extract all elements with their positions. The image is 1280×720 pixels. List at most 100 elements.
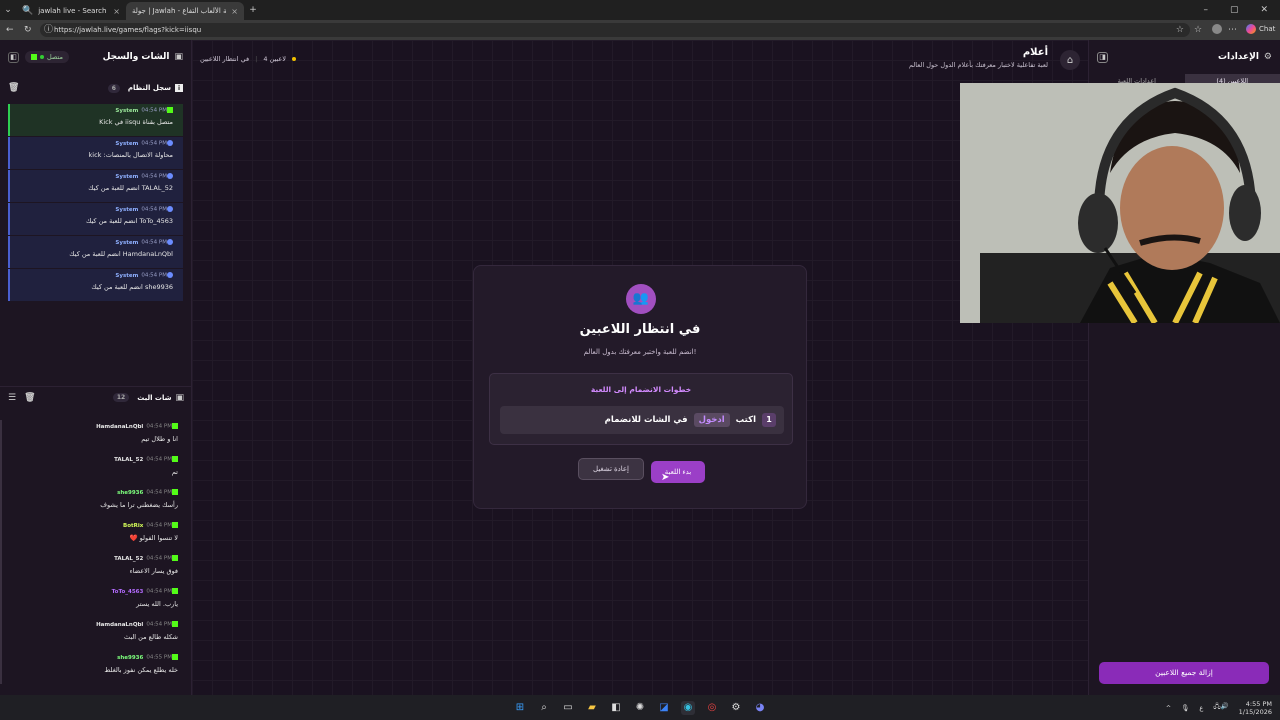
task-view-icon[interactable]: ▭ bbox=[561, 701, 575, 715]
settings-header: ⚙ الإعدادات ◨ bbox=[1089, 40, 1280, 74]
message-meta: HamdanaLnQbl 04:54 PM bbox=[10, 621, 178, 628]
join-steps-box: خطوات الانضمام إلى اللعبة 1 اكتب ادخول ف… bbox=[489, 373, 793, 445]
message-author[interactable]: she9936 bbox=[117, 490, 143, 496]
tab-label: جولة | Jawlah - منصة الألعاب التفاع... bbox=[132, 7, 227, 15]
refresh-icon[interactable]: ↻ bbox=[24, 25, 32, 35]
remove-all-players-button[interactable]: إزالة جميع اللاعبين bbox=[1099, 662, 1269, 684]
site-info-icon[interactable]: ⓘ bbox=[44, 23, 53, 37]
language-indicator[interactable]: ع bbox=[1199, 704, 1203, 712]
copilot-chat-button[interactable]: Chat bbox=[1246, 24, 1275, 34]
clock[interactable]: 4:55 PM 1/15/2026 bbox=[1239, 700, 1272, 716]
collapse-panel-icon[interactable]: ◨ bbox=[1097, 51, 1108, 63]
tab-search[interactable]: 🔍 jawlah live - Search × bbox=[16, 2, 126, 20]
filter-list-icon[interactable]: ☰ bbox=[8, 393, 16, 403]
log-text: TALAL_52 انضم للعبة من كيك bbox=[88, 183, 173, 192]
chat-message: TALAL_52 04:54 PM تم bbox=[2, 453, 190, 486]
chrome-icon[interactable]: ◎ bbox=[705, 701, 719, 715]
trash-icon[interactable]: 🗑 bbox=[24, 393, 35, 403]
shield-icon bbox=[167, 140, 173, 146]
message-text: انا و طلال تيم bbox=[141, 434, 178, 443]
discord-icon[interactable]: ◕ bbox=[753, 701, 767, 715]
chat-message: HamdanaLnQbl 04:54 PM انا و طلال تيم bbox=[2, 420, 190, 453]
message-time: 04:54 PM bbox=[146, 555, 172, 562]
log-time: 04:54 PM bbox=[141, 107, 167, 114]
message-author[interactable]: TALAL_52 bbox=[114, 457, 143, 463]
store-icon[interactable]: ◧ bbox=[609, 701, 623, 715]
new-tab-icon[interactable]: + bbox=[244, 5, 262, 15]
tab-label: jawlah live - Search bbox=[38, 7, 107, 15]
log-author: System bbox=[115, 206, 139, 213]
system-log-item: System 04:54 PM TALAL_52 انضم للعبة من كيك bbox=[8, 170, 183, 202]
file-explorer-icon[interactable]: ▰ bbox=[585, 701, 599, 715]
waiting-subtitle: انضم للعبة واختبر معرفتك بدول العالم! bbox=[583, 348, 697, 356]
message-author[interactable]: TALAL_52 bbox=[114, 556, 143, 562]
favorite-star-icon[interactable]: ☆ bbox=[1176, 23, 1184, 37]
message-meta: TALAL_52 04:54 PM bbox=[10, 555, 178, 562]
search-icon[interactable]: ⌕ bbox=[537, 701, 551, 715]
message-author[interactable]: she9936 bbox=[117, 655, 143, 661]
message-meta: BotRix 04:54 PM bbox=[10, 522, 178, 529]
more-icon[interactable]: ⋯ bbox=[1228, 25, 1237, 35]
clock-time: 4:55 PM bbox=[1245, 699, 1272, 708]
profile-avatar[interactable] bbox=[1212, 24, 1222, 34]
message-author[interactable]: HamdanaLnQbl bbox=[96, 622, 143, 628]
kick-icon bbox=[172, 654, 178, 660]
outlook-icon[interactable]: ◪ bbox=[657, 701, 671, 715]
minimize-icon[interactable]: – bbox=[1203, 5, 1208, 15]
home-icon[interactable]: ⌂ bbox=[1060, 50, 1080, 70]
game-title-block: أعلام لعبة تفاعلية لاختبار معرفتك بأعلام… bbox=[909, 47, 1048, 69]
message-time: 04:54 PM bbox=[146, 522, 172, 529]
reset-button[interactable]: إعادة تشغيل bbox=[578, 458, 644, 480]
steam-icon[interactable]: ⚙ bbox=[729, 701, 743, 715]
log-meta: System 04:54 PM bbox=[20, 272, 173, 279]
edge-icon[interactable]: ◉ bbox=[681, 700, 695, 715]
log-time: 04:54 PM bbox=[141, 140, 167, 147]
collapse-panel-icon[interactable]: ◧ bbox=[8, 51, 19, 63]
system-log-item: System 04:54 PM متصل بقناة iisqu في Kick bbox=[8, 104, 183, 136]
tab-menu-icon[interactable]: ⌄ bbox=[0, 5, 16, 15]
close-tab-icon[interactable]: × bbox=[113, 7, 120, 16]
url-field[interactable]: ⓘ https://jawlah.live/games/flags?kick=i… bbox=[40, 23, 1190, 37]
windows-taskbar: ⊞ ⌕ ▭ ▰ ◧ ✺ ◪ ◉ ◎ ⚙ ◕ ^ 🎙 ع 🖧🔊 4:55 PM 1… bbox=[0, 695, 1280, 720]
back-icon[interactable]: ← bbox=[6, 25, 14, 35]
chat-message: BotRix 04:54 PM لا تنسوا الفولو ❤️ bbox=[2, 519, 190, 552]
chatgpt-icon[interactable]: ✺ bbox=[633, 701, 647, 715]
close-tab-icon[interactable]: × bbox=[231, 7, 238, 16]
webcam-overlay bbox=[960, 83, 1280, 323]
message-author[interactable]: HamdanaLnQbl bbox=[96, 424, 143, 430]
tray-chevron-icon[interactable]: ^ bbox=[1166, 704, 1171, 712]
log-time: 04:54 PM bbox=[141, 173, 167, 180]
waiting-title: في انتظار اللاعبين bbox=[579, 322, 701, 337]
terminal-icon: i bbox=[175, 84, 183, 92]
mic-icon[interactable]: 🎙 bbox=[1181, 704, 1189, 712]
close-window-icon[interactable]: ✕ bbox=[1260, 5, 1268, 15]
start-icon[interactable]: ⊞ bbox=[513, 701, 527, 715]
search-tab-icon: 🔍 bbox=[22, 6, 34, 16]
collections-icon[interactable]: ☆ bbox=[1194, 25, 1202, 35]
state-label: في انتظار اللاعبين bbox=[200, 55, 250, 63]
log-author: System bbox=[115, 239, 139, 246]
message-text: شكله طالع من البث bbox=[123, 632, 178, 641]
game-area: في انتظار اللاعبين | 4 لاعبين أعلام لعبة… bbox=[192, 40, 1088, 695]
streamer-webcam-image bbox=[960, 83, 1280, 323]
chat-panel-header: ▣ الشات والسجل ◧ متصل bbox=[0, 40, 191, 74]
browser-tab-bar: ⌄ 🔍 jawlah live - Search × جولة | Jawlah… bbox=[0, 0, 1280, 20]
chat-bubble-icon: ▣ bbox=[174, 52, 183, 62]
network-volume-icon[interactable]: 🖧🔊 bbox=[1213, 702, 1228, 713]
trash-icon[interactable]: 🗑 bbox=[8, 83, 19, 93]
connection-status-badge: متصل bbox=[25, 51, 70, 63]
message-author[interactable]: ToTo_4563 bbox=[112, 589, 144, 595]
chat-message: she9936 04:55 PM خله يطلع يمكن نفوز بالغلط bbox=[2, 651, 190, 684]
log-meta: System 04:54 PM bbox=[20, 206, 173, 213]
maximize-icon[interactable]: ▢ bbox=[1230, 5, 1239, 15]
log-text: متصل بقناة iisqu في Kick bbox=[99, 117, 173, 126]
system-log-count: 6 bbox=[107, 83, 120, 93]
system-log-title: سجل النظام bbox=[127, 84, 171, 92]
start-game-button[interactable]: بدء اللعبة bbox=[651, 461, 705, 483]
tab-jawlah[interactable]: جولة | Jawlah - منصة الألعاب التفاع... × bbox=[126, 2, 244, 20]
chat-message: ToTo_4563 04:54 PM يارب. الله يستر bbox=[2, 585, 190, 618]
chat-label: Chat bbox=[1259, 25, 1276, 33]
mouse-cursor: ➤ bbox=[661, 472, 670, 483]
game-status: في انتظار اللاعبين | 4 لاعبين bbox=[200, 55, 296, 63]
message-author[interactable]: BotRix bbox=[123, 523, 143, 529]
